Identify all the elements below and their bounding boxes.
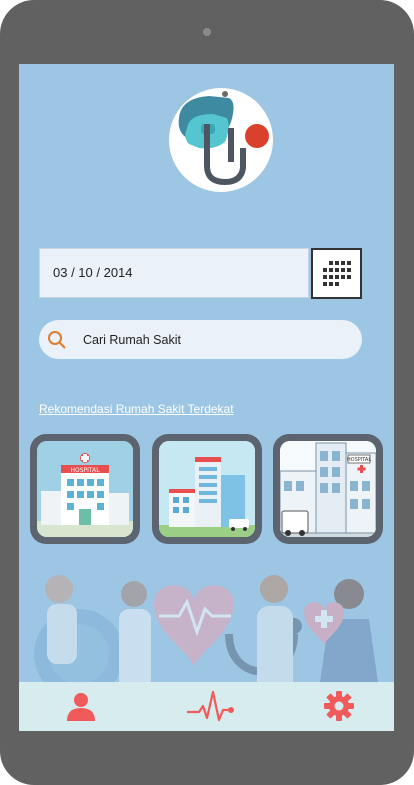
hospital-image-2 [159, 441, 255, 537]
hospital-card-3[interactable]: HOSPITAL [273, 434, 383, 544]
bottom-navigation [19, 682, 394, 731]
search-input[interactable] [83, 320, 353, 359]
hospital-sign-1: HOSPITAL [70, 467, 100, 474]
nav-profile[interactable] [63, 688, 99, 724]
phone-frame: 03 / 10 / 2014 Rekomendasi Rumah Sakit T… [0, 0, 414, 785]
hospital-card-2[interactable] [152, 434, 262, 544]
calendar-icon [322, 260, 351, 286]
hospital-illustration-2 [159, 441, 255, 537]
calendar-button[interactable] [311, 248, 362, 299]
hospital-image-3: HOSPITAL [280, 441, 376, 537]
phone-speaker [203, 28, 211, 36]
nav-activity[interactable] [185, 688, 239, 724]
heartbeat-icon [187, 690, 234, 722]
hospital-image-1: HOSPITAL [37, 441, 133, 537]
app-screen: 03 / 10 / 2014 Rekomendasi Rumah Sakit T… [19, 64, 394, 731]
search-bar[interactable] [39, 320, 362, 359]
gear-icon [324, 691, 354, 721]
date-value: 03 / 10 / 2014 [53, 265, 133, 280]
nav-settings[interactable] [321, 688, 357, 724]
hospital-illustration-1: HOSPITAL [37, 441, 133, 537]
hospital-illustration-3: HOSPITAL [280, 441, 376, 537]
user-icon [67, 693, 95, 721]
hospital-sign-3: HOSPITAL [347, 457, 371, 463]
stethoscope-logo-icon [178, 91, 269, 186]
hospital-card-1[interactable]: HOSPITAL [30, 434, 140, 544]
app-logo [169, 88, 273, 192]
search-icon [48, 331, 66, 349]
recommendation-link[interactable]: Rekomendasi Rumah Sakit Terdekat [39, 402, 234, 416]
date-field[interactable]: 03 / 10 / 2014 [39, 248, 309, 298]
